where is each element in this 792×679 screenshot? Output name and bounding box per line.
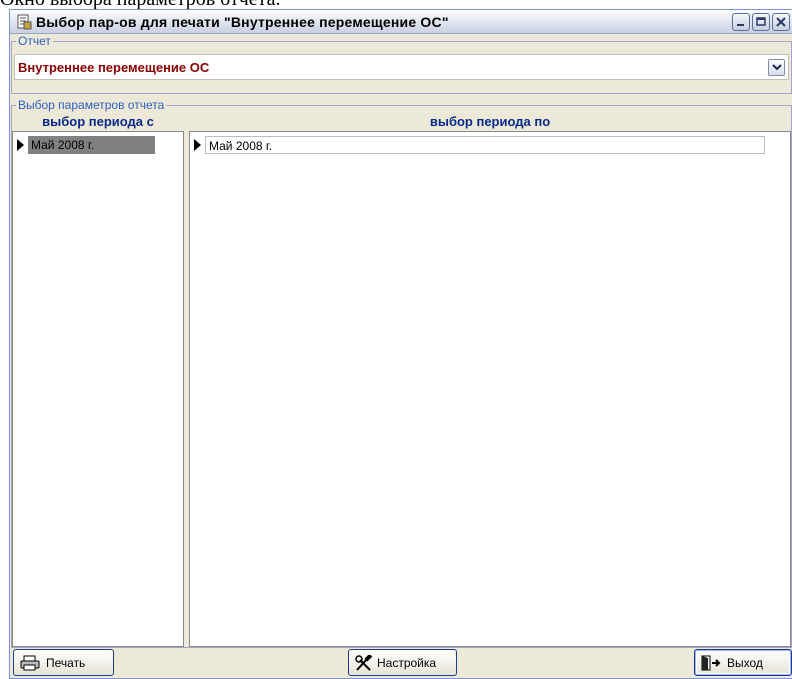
exit-button-label: Выход [727, 656, 763, 670]
close-button[interactable] [772, 13, 790, 31]
report-params-window: Выбор пар-ов для печати "Внутреннее пере… [9, 9, 792, 679]
chevron-down-icon [772, 64, 782, 71]
period-from-list[interactable]: Май 2008 г. [12, 131, 184, 647]
report-select[interactable]: Внутреннее перемещение ОС [14, 54, 789, 80]
minimize-icon [737, 24, 744, 26]
close-icon [776, 17, 786, 27]
maximize-button[interactable] [752, 13, 770, 31]
period-from-header: выбор периода с [42, 114, 154, 129]
row-marker-icon [194, 139, 201, 151]
minimize-button[interactable] [732, 13, 750, 31]
period-from-value[interactable]: Май 2008 г. [28, 136, 155, 154]
exit-button[interactable]: Выход [694, 649, 792, 676]
settings-button-label: Настройка [377, 656, 437, 670]
period-to-list[interactable]: Май 2008 г. [189, 131, 791, 647]
period-to-value[interactable]: Май 2008 г. [205, 136, 765, 154]
report-select-value: Внутреннее перемещение ОС [18, 60, 210, 75]
print-button[interactable]: Печать [13, 649, 114, 676]
report-group: Отчет Внутреннее перемещение ОС [11, 34, 792, 94]
report-dropdown-button[interactable] [768, 59, 785, 76]
settings-button[interactable]: Настройка [348, 649, 457, 676]
report-group-legend: Отчет [16, 34, 53, 48]
print-button-label: Печать [46, 656, 86, 670]
title-bar[interactable]: Выбор пар-ов для печати "Внутреннее пере… [10, 10, 792, 34]
params-group-legend: Выбор параметров отчета [16, 98, 167, 112]
tools-icon [355, 655, 373, 671]
params-group: Выбор параметров отчета выбор периода с … [11, 98, 792, 648]
exit-door-icon [701, 655, 721, 671]
app-icon [16, 14, 32, 30]
window-title: Выбор пар-ов для печати "Внутреннее пере… [36, 14, 449, 30]
period-to-panel: выбор периода по Май 2008 г. [189, 114, 791, 647]
period-to-header: выбор периода по [429, 114, 551, 129]
period-from-panel: выбор периода с Май 2008 г. [12, 114, 184, 647]
printer-icon [20, 655, 40, 671]
row-marker-icon [17, 139, 24, 151]
maximize-icon [756, 17, 766, 26]
